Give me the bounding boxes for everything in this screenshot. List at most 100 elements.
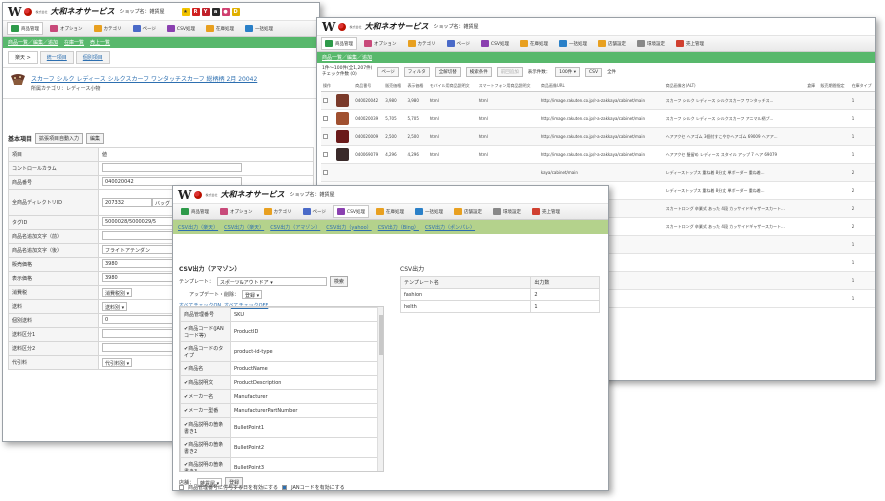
csv-field-row[interactable]: ✔商品説明の箇条書き2 BulletPoint2 [180, 437, 378, 458]
menu-csv[interactable]: CSV処理 [477, 37, 513, 50]
csv-yahoo-link[interactable]: CSV出力（yahoo） [326, 224, 371, 231]
csv-button[interactable]: CSV [584, 67, 603, 77]
sku-date-checkbox[interactable] [179, 485, 184, 490]
csv-field-label[interactable]: ✔商品コードのタイプ [180, 341, 231, 362]
csv-field-label[interactable]: ✔商品名 [180, 361, 231, 376]
tab-rakuten[interactable]: 楽天 > [8, 51, 38, 64]
menu-page[interactable]: ページ [129, 22, 160, 35]
table-row[interactable]: 040020042 3,980 3,980 html html http://image.… [321, 91, 875, 110]
field-select[interactable]: 代引料別 ▾ [102, 358, 133, 367]
table-row[interactable]: 040020039 5,705 5,705 html html http://image.… [321, 109, 875, 128]
menu-options[interactable]: オプション [216, 205, 257, 218]
csv-field-row[interactable]: ✔商品コード(JANコード等) ProductID [180, 321, 378, 342]
update-select[interactable]: 登録 ▾ [242, 290, 263, 299]
csv-field-row[interactable]: ✔商品説明文 ProductDescription [180, 375, 378, 390]
breadcrumb-sales-list[interactable]: 売上一覧 [90, 39, 110, 46]
field-select[interactable]: 消費税別 ▾ [102, 288, 133, 297]
row-checkbox[interactable] [323, 133, 328, 139]
row-checkbox[interactable] [323, 115, 328, 121]
column-header[interactable]: 商品画像名(ALT) [663, 81, 801, 92]
column-header[interactable]: 販売価格 [383, 81, 406, 92]
menu-category[interactable]: カテゴリ [404, 37, 440, 50]
table-row[interactable]: 040020009 2,500 2,500 html html http://image.… [321, 127, 875, 146]
menu-options[interactable]: オプション [46, 22, 87, 35]
product-thumbnail-icon[interactable] [336, 148, 350, 161]
toggle-all-button[interactable]: 全解切替 [434, 67, 461, 77]
csv-field-label[interactable]: ✔商品説明の箇条書き1 [180, 417, 231, 438]
filter-button[interactable]: フィルタ [403, 67, 430, 77]
ponpare-icon[interactable]: ● [221, 7, 230, 16]
menu-csv[interactable]: CSV処理 [332, 205, 369, 218]
csv-field-row[interactable]: ✔メーカー名 Manufacturer [180, 389, 378, 404]
menu-bulk[interactable]: 一括処理 [241, 22, 277, 35]
row-checkbox[interactable] [323, 151, 328, 157]
display-count-select[interactable]: 100件 ▾ [555, 67, 580, 77]
dena-icon[interactable]: D [231, 7, 240, 16]
csv-field-row[interactable]: ✔商品説明の箇条書き3 BulletPoint3 [180, 457, 378, 471]
scrollbar-thumb[interactable] [379, 315, 383, 355]
menu-bulk[interactable]: 一括処理 [555, 37, 591, 50]
previous-add-button[interactable]: 前回追加 [496, 67, 523, 77]
csv-field-row[interactable]: ✔メーカー型番 ManufacturerPartNumber [180, 403, 378, 418]
column-header[interactable]: 表示価格 [405, 81, 428, 92]
page-button[interactable]: ページ [377, 67, 399, 77]
search-button[interactable]: 検索 [329, 276, 348, 287]
csv-field-list[interactable]: 商品管理番号 SKU ✔商品コード(JANコード等) ProductID ✔商品コードの… [179, 306, 384, 472]
csv-ponpare-link[interactable]: CSV出力（ポンパレ） [425, 224, 475, 231]
column-header[interactable]: 商品番号 [353, 81, 384, 92]
csv-field-row[interactable]: 商品管理番号 SKU [180, 307, 378, 322]
menu-product-management[interactable]: 商品管理 [7, 22, 43, 35]
product-thumbnail-icon[interactable] [336, 112, 350, 125]
rakuten-icon[interactable]: R [191, 7, 200, 16]
template-select[interactable]: スポーツ&アウトドア ▾ [216, 277, 327, 286]
jan-code-checkbox[interactable] [282, 485, 288, 490]
menu-page[interactable]: ページ [299, 205, 330, 218]
menu-page[interactable]: ページ [443, 37, 474, 50]
menu-category[interactable]: カテゴリ [90, 22, 126, 35]
column-header[interactable]: 販売期間指定 [818, 81, 850, 92]
field-list-scrollbar[interactable] [377, 307, 383, 471]
yahoo-icon[interactable]: Y [201, 7, 210, 16]
menu-category[interactable]: カテゴリ [260, 205, 296, 218]
menu-env-settings[interactable]: 環境設定 [633, 37, 669, 50]
field-input[interactable] [102, 163, 242, 172]
column-header[interactable]: 在庫タイプ [849, 81, 875, 92]
amazon-icon[interactable]: a [211, 7, 220, 16]
search-condition-button[interactable]: 検索条件 [465, 67, 492, 77]
row-checkbox[interactable] [323, 97, 328, 103]
tab-individual-items[interactable]: 個別項目 [75, 51, 110, 64]
menu-bulk[interactable]: 一括処理 [411, 205, 447, 218]
auto-fill-button[interactable]: 拡張項目自動入力 [35, 133, 84, 144]
menu-product[interactable]: 商品管理 [177, 205, 213, 218]
column-header[interactable]: モバイル用商品説明文 [427, 81, 477, 92]
csv-field-row[interactable]: ✔商品説明の箇条書き1 BulletPoint1 [180, 417, 378, 438]
product-thumbnail-icon[interactable] [336, 130, 350, 143]
product-title-link[interactable]: スカーフ シルク レディース シルクスカーフ ワンタッチスカーフ 総柄柄 2月 … [3, 68, 319, 85]
table-row[interactable]: helth 1 [399, 300, 600, 313]
csv-bing-link[interactable]: CSV出力（Bing） [378, 224, 419, 231]
edit-button[interactable]: 編集 [86, 133, 105, 144]
table-row[interactable]: fashion 2 [399, 288, 600, 301]
csv-field-label[interactable]: 商品管理番号 [180, 307, 231, 322]
csv-field-row[interactable]: ✔商品コードのタイプ product-id-type [180, 341, 378, 362]
column-header[interactable]: 操作 [321, 81, 335, 92]
tab-common-items[interactable]: 統一項目 [39, 51, 74, 64]
menu-product[interactable]: 商品管理 [321, 37, 357, 50]
menu-sales[interactable]: 売上管理 [528, 205, 564, 218]
menu-stock[interactable]: 在庫処理 [202, 22, 238, 35]
star-icon[interactable]: ★ [181, 7, 190, 16]
csv-field-label[interactable]: ✔商品説明の箇条書き3 [180, 457, 231, 471]
field-select[interactable]: 送料別 ▾ [102, 302, 128, 311]
product-thumbnail-icon[interactable] [336, 94, 350, 107]
menu-sales[interactable]: 売上管理 [672, 37, 708, 50]
table-row[interactable]: kaya/cabinet/mainレディーストップス 重ね着 8分丈 単ボーダー… [321, 163, 875, 182]
csv-field-label[interactable]: ✔商品説明の箇条書き2 [180, 437, 231, 458]
menu-options[interactable]: オプション [360, 37, 401, 50]
breadcrumb-product-list[interactable]: 商品一覧／編集／追加 [8, 39, 58, 46]
breadcrumb-stock-list[interactable]: 在庫一覧 [64, 39, 84, 46]
csv-field-label[interactable]: ✔商品説明文 [180, 375, 231, 390]
menu-store-settings[interactable]: 店舗設定 [594, 37, 630, 50]
row-checkbox[interactable] [323, 169, 328, 175]
menu-env-settings[interactable]: 環境設定 [489, 205, 525, 218]
breadcrumb-product-list[interactable]: 商品一覧／編集／追加 [322, 54, 372, 61]
